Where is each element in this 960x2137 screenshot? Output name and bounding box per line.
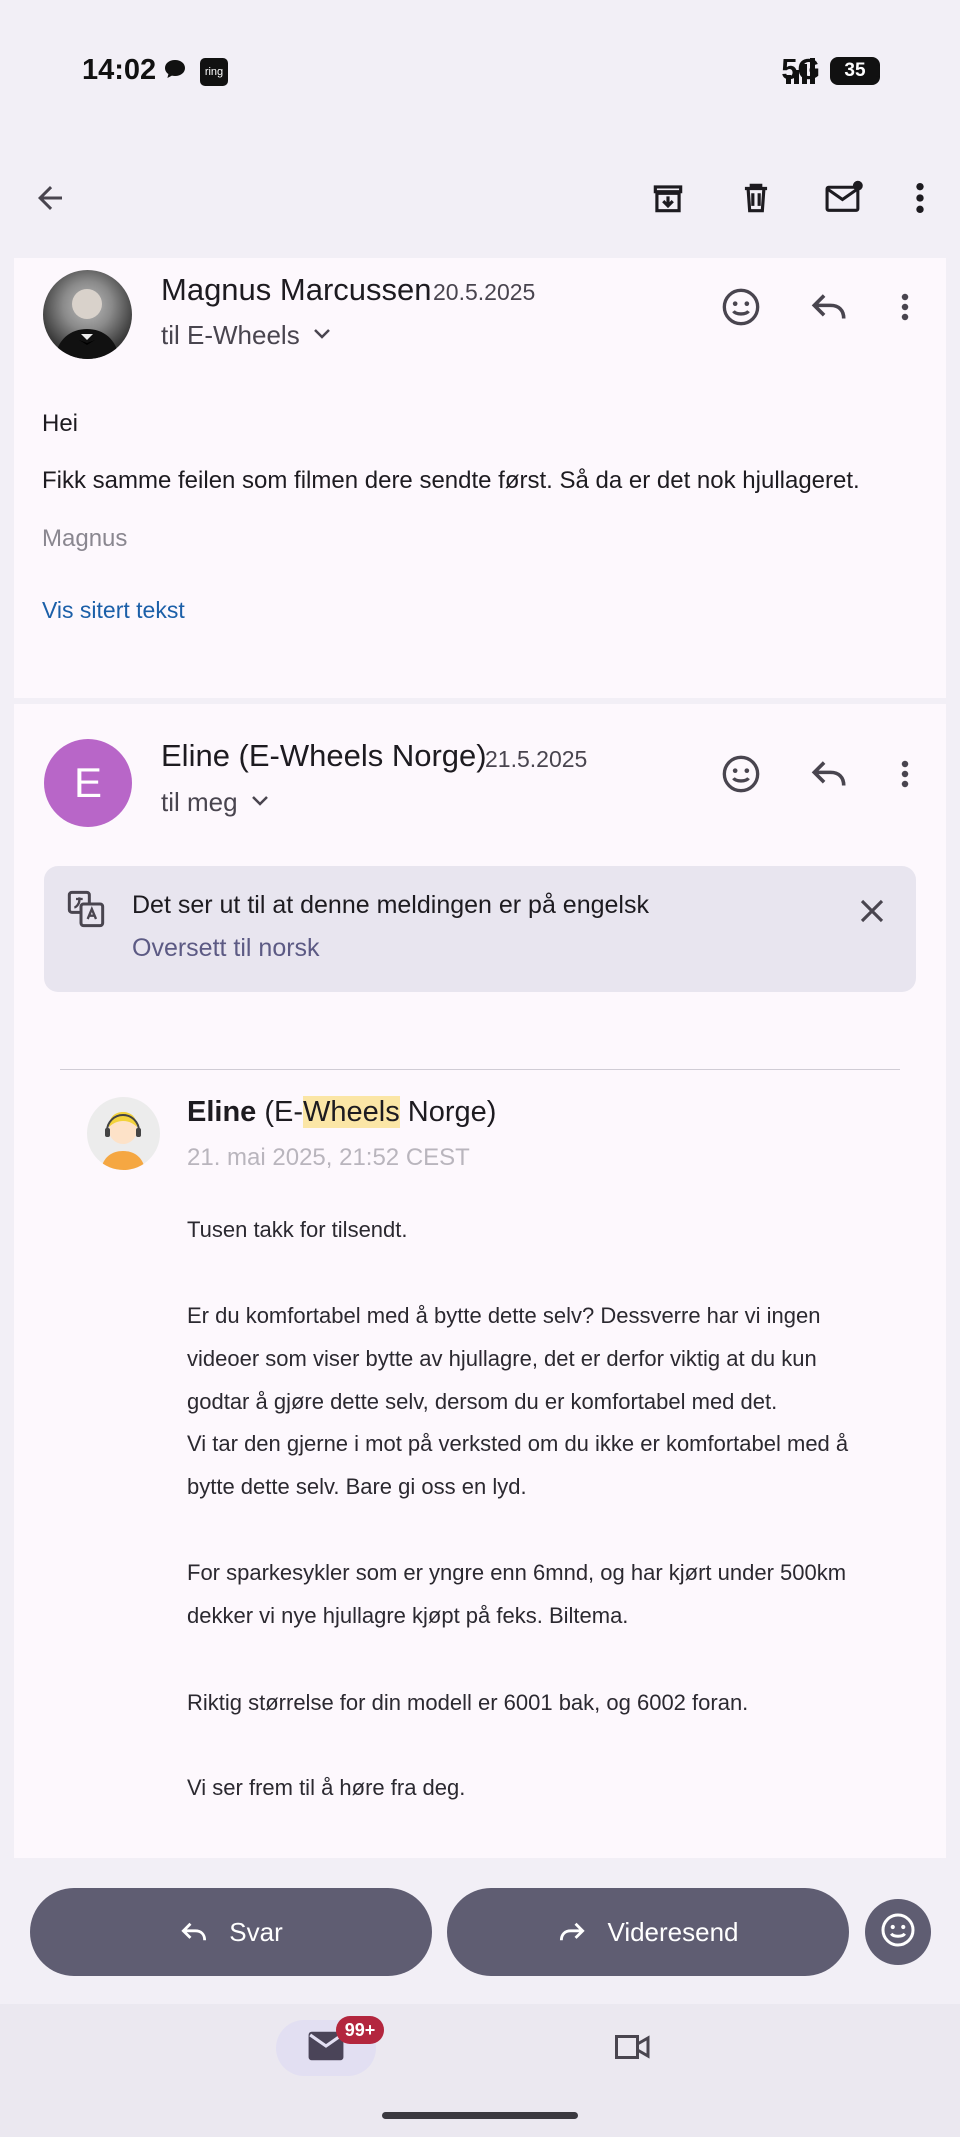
reply-button[interactable] — [801, 748, 857, 804]
signal-icon — [786, 58, 818, 89]
message-more-button[interactable] — [877, 748, 933, 804]
quoted-line: Riktig størrelse for din modell er 6001 … — [187, 1690, 749, 1715]
unread-badge: 99+ — [336, 2016, 384, 2044]
react-button[interactable] — [713, 748, 769, 804]
sender-name: Magnus Marcussen — [161, 272, 432, 307]
nav-meet[interactable] — [603, 2026, 663, 2072]
signature: Magnus — [42, 525, 128, 552]
translate-icon — [66, 889, 106, 934]
more-vert-icon — [900, 291, 910, 328]
reply-icon — [809, 756, 849, 797]
delete-button[interactable] — [726, 170, 786, 230]
forward-button[interactable]: Videresend — [447, 1888, 849, 1976]
ring-app-icon: ring — [200, 58, 228, 86]
emoji-icon — [880, 1912, 916, 1953]
message-date: 21.5.2025 — [485, 746, 588, 772]
reply-icon — [809, 289, 849, 330]
more-vert-icon — [900, 758, 910, 795]
sender-name: Eline (E-Wheels Norge) — [161, 738, 487, 773]
avatar[interactable]: E — [44, 739, 132, 827]
avatar[interactable] — [43, 270, 132, 359]
forward-icon — [557, 1919, 587, 1945]
trash-icon — [737, 179, 775, 222]
reply-icon — [179, 1919, 209, 1945]
quoted-line: Er du komfortabel med å bytte dette selv… — [187, 1303, 821, 1328]
recipients-label: til meg — [161, 787, 238, 817]
message-more-button[interactable] — [877, 281, 933, 337]
quoted-line: dekker vi nye hjullagre kjøpt på feks. B… — [187, 1603, 629, 1628]
show-quoted-link[interactable]: Vis sitert tekst — [42, 597, 185, 624]
quoted-line: Tusen takk for tilsendt. — [187, 1217, 408, 1242]
close-icon — [857, 896, 887, 931]
back-button[interactable] — [20, 170, 80, 230]
reply-label: Svar — [229, 1916, 283, 1947]
quoted-line: For sparkesykler som er yngre enn 6mnd, … — [187, 1560, 847, 1585]
quoted-sender-first: Eline — [187, 1096, 257, 1128]
message-date: 20.5.2025 — [433, 279, 536, 305]
mark-unread-button[interactable] — [814, 170, 874, 230]
recipients-toggle[interactable]: til meg — [161, 787, 270, 818]
quoted-avatar — [87, 1097, 160, 1170]
quoted-sender-part: Norge) — [399, 1096, 497, 1128]
emoji-icon — [721, 287, 761, 332]
emoji-react-button[interactable] — [865, 1899, 931, 1965]
support-agent-icon — [101, 1112, 145, 1170]
recipients-toggle[interactable]: til E-Wheels — [161, 320, 332, 351]
reply-button[interactable] — [801, 281, 857, 337]
close-banner-button[interactable] — [850, 891, 894, 935]
emoji-icon — [721, 754, 761, 799]
reply-all-button[interactable]: Svar — [30, 1888, 432, 1976]
message-body-line: Hei — [42, 410, 79, 437]
translate-banner-text: Det ser ut til at denne meldingen er på … — [132, 891, 649, 919]
divider — [60, 1069, 900, 1070]
archive-icon — [649, 179, 687, 222]
arrow-left-icon — [32, 180, 68, 221]
quoted-line: Vi ser frem til å høre fra deg. — [187, 1775, 466, 1800]
message-body-line: Fikk samme feilen som filmen dere sendte… — [42, 467, 860, 494]
quoted-sender: Eline (E-Wheels Norge) — [187, 1096, 496, 1129]
more-button[interactable] — [890, 170, 950, 230]
status-time: 14:02 — [82, 54, 157, 86]
translate-link[interactable]: Oversett til norsk — [132, 934, 320, 963]
forward-label: Videresend — [607, 1916, 739, 1947]
quoted-line: Vi tar den gjerne i mot på verksted om d… — [187, 1431, 849, 1456]
chevron-down-icon — [312, 326, 332, 345]
quoted-line: videoer som viser bytte av hjullagre, de… — [187, 1346, 817, 1371]
person-photo-icon — [55, 289, 119, 359]
recipients-label: til E-Wheels — [161, 320, 300, 350]
quoted-line: godtar å gjøre dette selv, dersom du er … — [187, 1389, 778, 1414]
quoted-line: bytte dette selv. Bare gi oss en lyd. — [187, 1474, 527, 1499]
quoted-sender-part: (E- — [256, 1096, 304, 1128]
video-camera-icon — [613, 2032, 653, 2067]
battery-icon: 35 — [830, 57, 880, 85]
search-highlight: Wheels — [303, 1096, 400, 1128]
battery-tip — [876, 65, 880, 77]
home-indicator[interactable] — [382, 2112, 578, 2119]
translate-banner — [44, 866, 916, 992]
chevron-down-icon — [250, 793, 270, 812]
chat-bubble-icon — [162, 56, 188, 87]
more-vert-icon — [914, 181, 926, 220]
react-button[interactable] — [713, 281, 769, 337]
mail-unread-icon — [824, 179, 864, 222]
archive-button[interactable] — [638, 170, 698, 230]
quoted-date: 21. mai 2025, 21:52 CEST — [187, 1144, 470, 1171]
